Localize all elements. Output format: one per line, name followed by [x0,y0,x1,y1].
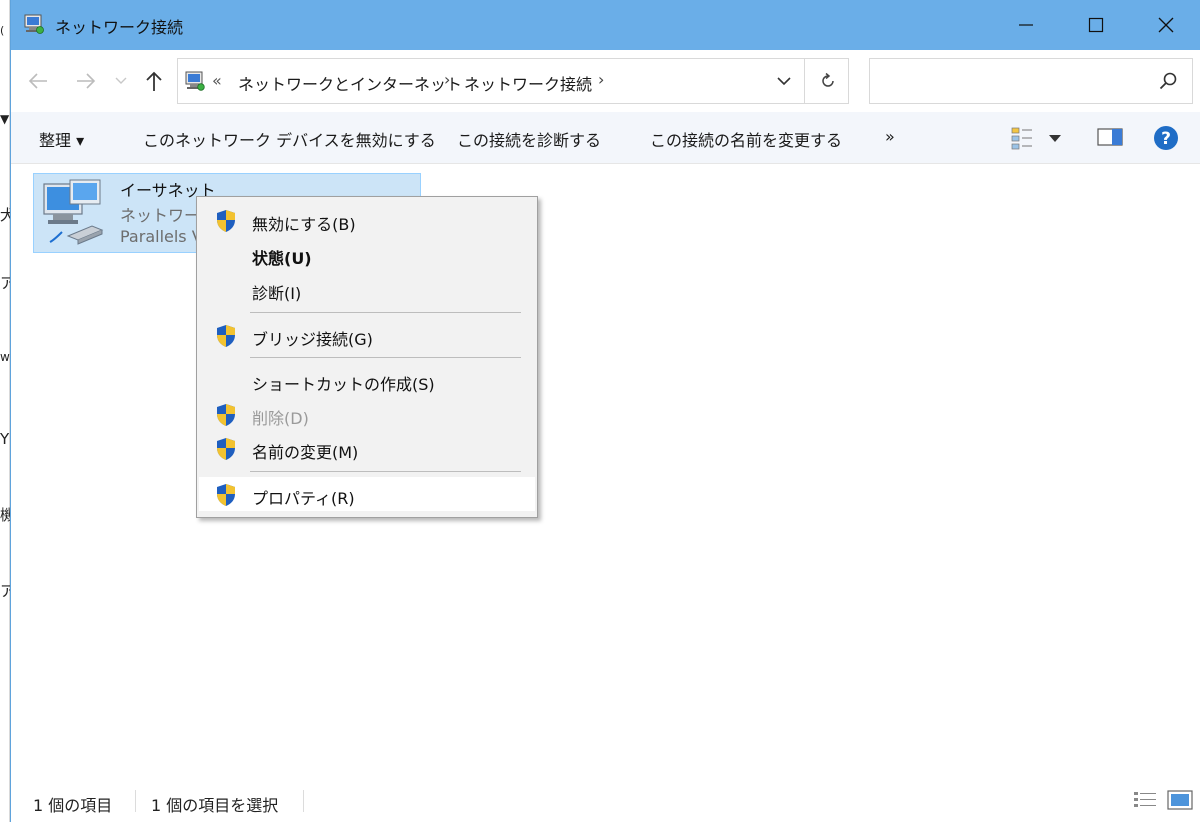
breadcrumb-network-internet[interactable]: ネットワークとインターネット [238,71,462,95]
item-count: 1 個の項目 [33,796,113,815]
menu-item-rename[interactable]: 名前の変更(M) [199,431,535,465]
diagnose-connection-button[interactable]: この接続を診断する [457,127,601,151]
status-divider [303,790,304,812]
maximize-button[interactable] [1061,0,1131,50]
back-arrow-icon [28,73,47,89]
menu-item-delete[interactable]: 削除(D) [199,397,535,431]
search-box[interactable] [869,58,1193,104]
close-icon [1158,17,1174,33]
forward-arrow-icon [77,73,96,89]
menu-item-disable[interactable]: 無効にする(B) [199,203,535,237]
change-view-button[interactable] [1011,126,1071,152]
file-list-area[interactable]: イーサネット ネットワーク Parallels V [11,164,1200,776]
uac-shield-icon [217,210,235,232]
title-bar[interactable]: ネットワーク接続 [11,0,1200,50]
recent-locations-button[interactable] [111,68,131,94]
preview-pane-icon [1097,128,1123,146]
refresh-button[interactable] [804,59,850,103]
background-window-text: ( [0,24,5,37]
menu-item-bridge[interactable]: ブリッジ接続(G) [199,318,535,352]
menu-item-diagnose[interactable]: 診断(I) [199,272,535,306]
status-divider [135,790,136,812]
connection-adapter: Parallels V [120,227,203,246]
refresh-icon [821,72,834,87]
menu-separator [250,471,521,472]
breadcrumb-network-connections[interactable]: ネットワーク接続 [464,71,592,95]
maximize-icon [1088,17,1104,33]
more-commands-button[interactable]: » [885,127,895,146]
menu-item-label: 名前の変更(M) [252,443,359,462]
breadcrumb-overflow[interactable]: « [212,71,222,90]
uac-shield-icon [217,484,235,506]
details-view-button[interactable] [1133,790,1157,814]
background-window-text: ▼ [0,112,10,126]
ethernet-adapter-icon [43,179,104,245]
minimize-button[interactable] [991,0,1061,50]
explorer-window: ネットワーク接続 « ネットワークとインターネット › ネットワーク接続 › 整… [10,0,1200,822]
close-button[interactable] [1131,0,1200,50]
svg-text:?: ? [1161,129,1171,149]
address-bar[interactable]: « ネットワークとインターネット › ネットワーク接続 › [177,58,849,104]
menu-separator [250,312,521,313]
minimize-icon [1019,24,1033,26]
network-connections-icon [24,14,44,34]
menu-item-label: 無効にする(B) [252,215,356,234]
menu-item-label: プロパティ(R) [252,489,355,508]
large-icons-view-icon [1167,790,1193,810]
rename-connection-button[interactable]: この接続の名前を変更する [650,127,842,151]
address-history-dropdown[interactable] [764,59,804,103]
menu-item-label: ブリッジ接続(G) [252,330,373,349]
details-view-icon [1134,792,1156,807]
breadcrumb-separator[interactable]: › [444,70,450,89]
uac-shield-icon [217,438,235,460]
window-title: ネットワーク接続 [55,18,184,37]
up-button[interactable] [141,68,167,94]
forward-button[interactable] [73,68,99,94]
large-icons-view-button[interactable] [1167,790,1193,814]
organize-menu-button[interactable]: 整理 ▾ [39,127,84,151]
chevron-down-icon [777,76,791,85]
network-connections-icon [185,71,205,91]
caret-down-icon [1049,135,1061,142]
view-details-icon [1011,127,1032,150]
menu-item-label: ショートカットの作成(S) [252,375,435,394]
help-icon: ? [1154,126,1178,150]
chevron-down-icon [115,77,127,84]
context-menu: 無効にする(B) 状態(U) 診断(I) ブリッジ接続(G) ショートカットの作… [196,196,538,518]
search-icon [1159,72,1177,90]
status-bar: 1 個の項目 1 個の項目を選択 [11,776,1200,822]
command-bar: 整理 ▾ このネットワーク デバイスを無効にする この接続を診断する この接続の… [11,112,1200,164]
menu-item-label: 削除(D) [252,409,309,428]
screen: ( ▼ 犬 ア w. YF 機 ア ネットワーク接続 « ネットワークとインター… [0,0,1200,822]
uac-shield-icon [217,404,235,426]
menu-separator [250,357,521,358]
disable-device-button[interactable]: このネットワーク デバイスを無効にする [143,127,436,151]
up-arrow-icon [146,71,162,91]
breadcrumb-separator[interactable]: › [598,70,604,89]
preview-pane-button[interactable] [1097,127,1123,149]
back-button[interactable] [25,68,51,94]
menu-item-properties[interactable]: プロパティ(R) [199,477,535,511]
menu-item-label: 状態(U) [252,249,312,268]
navigation-bar: « ネットワークとインターネット › ネットワーク接続 › [11,50,1200,112]
uac-shield-icon [217,325,235,347]
menu-item-create-shortcut[interactable]: ショートカットの作成(S) [199,363,535,397]
selection-count: 1 個の項目を選択 [151,796,279,815]
help-button[interactable]: ? [1153,125,1179,151]
menu-item-label: 診断(I) [252,284,302,303]
menu-item-status[interactable]: 状態(U) [199,237,535,271]
